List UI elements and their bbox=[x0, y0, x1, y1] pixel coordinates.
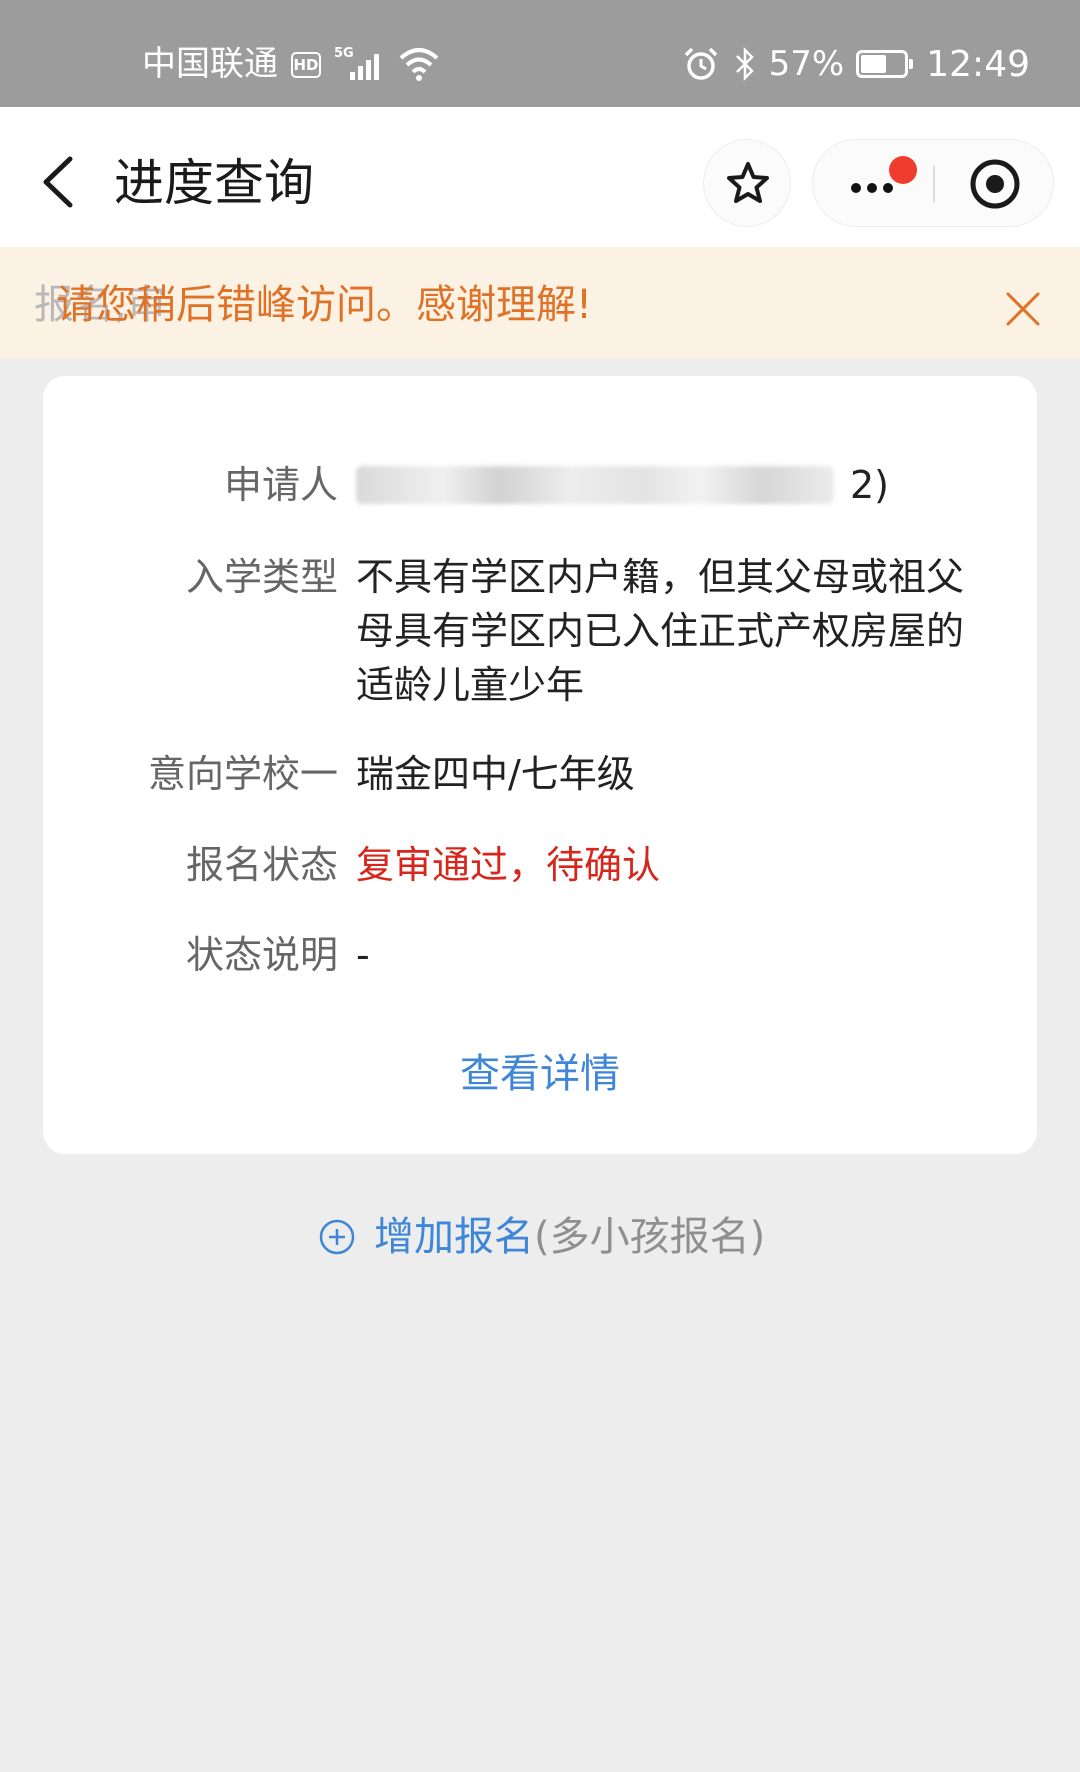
notification-dot bbox=[889, 156, 917, 184]
alarm-icon bbox=[684, 47, 717, 80]
add-application-button[interactable]: 增加报名 (多小孩报名) bbox=[318, 1207, 765, 1267]
target-icon bbox=[970, 159, 1020, 209]
mini-program-capsule bbox=[812, 139, 1054, 227]
bluetooth-icon bbox=[735, 46, 754, 82]
navigation-bar: 进度查询 bbox=[0, 107, 1080, 247]
admission-type-label: 入学类型 bbox=[185, 555, 338, 599]
back-arrow-icon bbox=[43, 156, 73, 208]
notice-banner: 报名,审 请您稍后错峰访问。感谢理解! bbox=[0, 247, 1080, 359]
admission-type-value: 不具有学区内户籍，但其父母或祖父母具有学区内已入住正式产权房屋的适龄儿童少年 bbox=[356, 555, 965, 707]
signal-icon bbox=[350, 50, 386, 80]
more-button[interactable] bbox=[813, 140, 933, 228]
notice-text: 请您稍后错峰访问。感谢理解! bbox=[56, 282, 593, 328]
status-label: 报名状态 bbox=[185, 843, 338, 887]
status-description-value: - bbox=[356, 933, 370, 977]
star-icon bbox=[727, 162, 769, 203]
favorite-button[interactable] bbox=[703, 139, 791, 227]
status-bar: 中国联通 HD 5G 57% 12:49 bbox=[0, 0, 1080, 107]
hd-badge: HD bbox=[291, 52, 321, 78]
plus-circle-icon bbox=[319, 1219, 355, 1255]
school-value: 瑞金四中/七年级 bbox=[356, 752, 635, 796]
add-application-note: (多小孩报名) bbox=[534, 1214, 766, 1260]
battery-icon bbox=[856, 50, 914, 78]
status-description-label: 状态说明 bbox=[185, 933, 338, 977]
applicant-name-redacted bbox=[356, 466, 834, 504]
close-icon[interactable] bbox=[1000, 286, 1046, 332]
status-value: 复审通过，待确认 bbox=[356, 843, 661, 887]
applicant-name-tail: 2) bbox=[850, 463, 890, 507]
applicant-label: 申请人 bbox=[223, 463, 338, 507]
back-button[interactable] bbox=[30, 147, 90, 217]
battery-percent: 57% bbox=[768, 44, 845, 84]
carrier-name: 中国联通 bbox=[142, 44, 278, 84]
clock: 12:49 bbox=[926, 43, 1030, 85]
more-dots-icon bbox=[851, 178, 899, 197]
view-details-link[interactable]: 查看详情 bbox=[43, 1046, 1037, 1102]
page-title: 进度查询 bbox=[114, 154, 314, 212]
school-label: 意向学校一 bbox=[147, 752, 338, 796]
wifi-icon bbox=[399, 48, 439, 81]
add-application-label: 增加报名 bbox=[374, 1214, 534, 1260]
exit-mini-program-button[interactable] bbox=[935, 140, 1055, 228]
